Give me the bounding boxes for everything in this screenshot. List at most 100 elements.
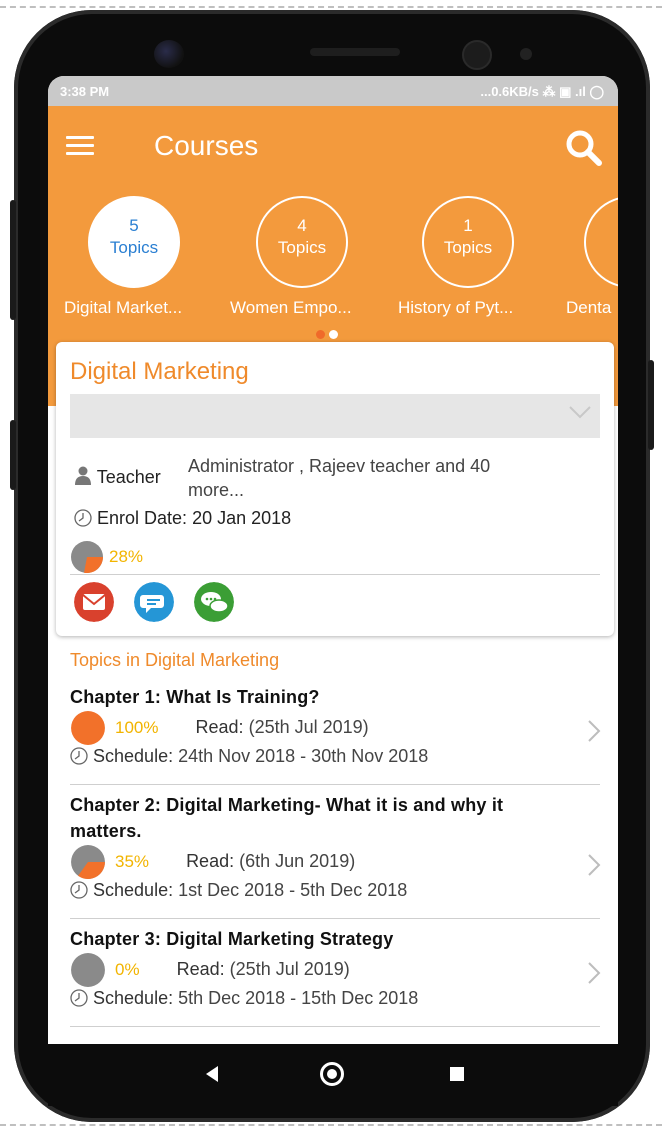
chat-icon[interactable] [134, 582, 174, 622]
topic-count: 5 [129, 216, 139, 235]
course-name-2[interactable]: Women Empo... [230, 298, 352, 318]
course-progress-percent: 28% [109, 546, 144, 566]
page-dot-active [316, 330, 325, 339]
read-value: (25th Jul 2019) [229, 958, 350, 979]
teacher-value[interactable]: Administrator , Rajeev teacher and 40 mo… [188, 454, 490, 502]
chapter-schedule-row: Schedule: 1st Dec 2018 - 5th Dec 2018 [70, 880, 590, 901]
schedule-value: 5th Dec 2018 - 15th Dec 2018 [178, 988, 419, 1008]
person-icon [75, 466, 91, 485]
chapter-item[interactable]: Chapter 3: Digital Marketing Strategy 0%… [70, 926, 601, 1009]
chevron-right-icon[interactable] [586, 852, 602, 878]
chapter-schedule-row: Schedule: 24th Nov 2018 - 30th Nov 2018 [70, 746, 590, 767]
enrol-value: 20 Jan 2018 [192, 508, 292, 528]
home-icon[interactable] [320, 1062, 344, 1086]
chapter-title: Chapter 3: Digital Marketing Strategy [70, 929, 394, 949]
progress-pie-icon [71, 953, 105, 987]
topic-unit: T [586, 228, 618, 256]
schedule-value: 1st Dec 2018 - 5th Dec 2018 [178, 880, 408, 900]
course-circle-4[interactable]: T [584, 196, 618, 288]
topic-unit: Topics [109, 238, 159, 257]
chapter-progress-percent: 35% [115, 851, 150, 871]
chapter-title: Chapter 1: What Is Training? [70, 687, 320, 707]
app-screen: 3:38 PM ...0.6KB/s ⁂ ▣ .ıl ◯ Courses 5 T… [48, 76, 618, 1044]
schedule-label: Schedule: [93, 880, 174, 900]
status-bar: 3:38 PM ...0.6KB/s ⁂ ▣ .ıl ◯ [48, 76, 618, 106]
chapter-progress-row: 35% Read: (6th Jun 2019) [70, 844, 590, 880]
course-dropdown[interactable] [70, 394, 600, 438]
android-nav-bar [48, 1044, 618, 1106]
teacher-label: Teacher [96, 467, 161, 487]
course-detail-card: Digital Marketing Teacher Administrator … [56, 342, 614, 636]
email-icon[interactable] [74, 582, 114, 622]
topic-unit: Topics [443, 238, 493, 257]
read-value: (25th Jul 2019) [248, 716, 369, 737]
status-indicators: ...0.6KB/s ⁂ ▣ .ıl ◯ [480, 84, 604, 99]
clock-icon [70, 989, 88, 1007]
app-bar: Courses [48, 106, 618, 184]
front-camera [154, 40, 184, 68]
chevron-right-icon[interactable] [586, 960, 602, 986]
page-title: Courses [154, 130, 259, 161]
chapter-progress-row: 100% Read: (25th Jul 2019) [70, 710, 590, 746]
teacher-value-line1: Administrator , Rajeev teacher and 40 [188, 456, 491, 476]
chapter-progress-row: 0% Read: (25th Jul 2019) [70, 952, 590, 988]
topic-unit: Topics [277, 238, 327, 257]
earpiece-speaker [310, 48, 400, 56]
progress-pie-icon [71, 711, 105, 745]
teacher-row: Teacher [74, 466, 161, 488]
chapter-progress-percent: 100% [115, 717, 159, 737]
enrol-label: Enrol Date: [97, 508, 188, 528]
course-name-1[interactable]: Digital Market... [64, 298, 182, 318]
chevron-down-icon [569, 406, 591, 419]
page-dot [329, 330, 338, 339]
teacher-value-line2: more... [188, 480, 245, 500]
read-value: (6th Jun 2019) [239, 850, 356, 871]
course-name-3[interactable]: History of Pyt... [398, 298, 513, 318]
read-label: Read: [186, 850, 235, 871]
divider [70, 574, 600, 575]
chapter-schedule-row: Schedule: 5th Dec 2018 - 15th Dec 2018 [70, 988, 590, 1009]
schedule-value: 24th Nov 2018 - 30th Nov 2018 [178, 746, 429, 766]
chapter-progress-percent: 0% [115, 959, 140, 979]
power-button [648, 360, 654, 450]
course-title: Digital Marketing [70, 358, 249, 385]
course-progress-row: 28% [70, 540, 143, 574]
course-circle-3[interactable]: 1 Topics [422, 196, 514, 288]
progress-pie-icon [71, 541, 103, 573]
divider [70, 784, 600, 785]
course-name-4[interactable]: Denta [566, 298, 611, 318]
progress-pie-icon [71, 845, 105, 879]
iris-sensor [462, 40, 492, 70]
volume-button [10, 200, 16, 320]
course-circle-1[interactable]: 5 Topics [88, 196, 180, 288]
back-icon[interactable] [206, 1066, 218, 1082]
hamburger-icon[interactable] [66, 136, 94, 155]
schedule-label: Schedule: [93, 746, 174, 766]
chapter-item[interactable]: Chapter 1: What Is Training? 100% Read: … [70, 684, 601, 767]
bixby-button [10, 420, 16, 490]
enrol-row: Enrol Date: 20 Jan 2018 [74, 508, 291, 529]
chevron-right-icon[interactable] [586, 718, 602, 744]
course-circle-2[interactable]: 4 Topics [256, 196, 348, 288]
dashed-border-bottom [0, 1124, 662, 1126]
chapter-title-continued: matters. [70, 821, 142, 841]
clock-icon [70, 747, 88, 765]
read-label: Read: [176, 958, 225, 979]
clock-icon [70, 881, 88, 899]
chapter-title: Chapter 2: Digital Marketing- What it is… [70, 795, 504, 815]
read-label: Read: [195, 716, 244, 737]
divider [70, 918, 600, 919]
status-time: 3:38 PM [60, 84, 110, 99]
discussion-icon[interactable] [194, 582, 234, 622]
divider [70, 1026, 600, 1027]
topic-count: 4 [297, 216, 307, 235]
schedule-label: Schedule: [93, 988, 174, 1008]
proximity-sensor [520, 48, 532, 60]
topic-count: 1 [463, 216, 473, 235]
clock-icon [74, 509, 92, 527]
search-icon[interactable] [564, 128, 604, 168]
topics-section-title: Topics in Digital Marketing [70, 650, 280, 670]
recents-icon[interactable] [450, 1067, 464, 1081]
dashed-border-top [0, 6, 662, 8]
chapter-item[interactable]: Chapter 2: Digital Marketing- What it is… [70, 792, 601, 901]
